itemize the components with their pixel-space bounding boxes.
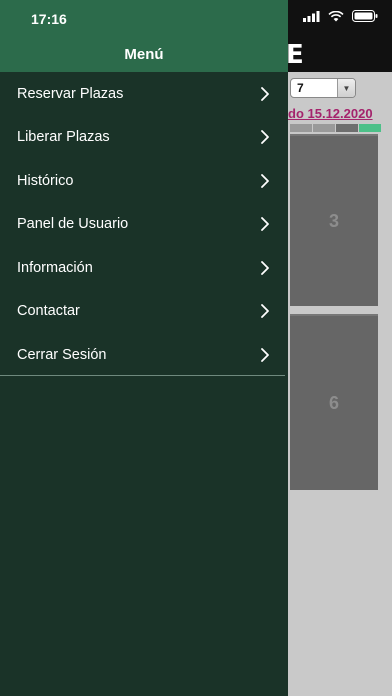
chevron-right-icon	[261, 173, 269, 188]
signal-icon	[303, 10, 320, 22]
status-time: 17:16	[31, 11, 67, 27]
menu-item-contactar[interactable]: Contactar	[0, 290, 288, 334]
menu-item-reservar-plazas[interactable]: Reservar Plazas	[0, 72, 288, 116]
plaza-select[interactable]: 7 ▼	[290, 78, 356, 98]
chevron-right-icon	[261, 304, 269, 319]
chevron-right-icon	[261, 347, 269, 362]
menu-item-label: Histórico	[17, 172, 74, 189]
slot-number: 3	[328, 210, 339, 231]
wifi-icon	[328, 10, 344, 21]
chevron-right-icon	[261, 260, 269, 275]
menu-item-panel-de-usuario[interactable]: Panel de Usuario	[0, 203, 288, 247]
dropdown-arrow-icon: ▼	[337, 79, 355, 97]
menu-item-label: Panel de Usuario	[17, 216, 129, 233]
background-title: E	[286, 40, 304, 70]
menu-item-label: Cerrar Sesión	[17, 346, 107, 363]
menu-item-label: Liberar Plazas	[17, 129, 110, 146]
menu-item-historico[interactable]: Histórico	[0, 159, 288, 203]
slot-number: 6	[328, 392, 339, 413]
parking-slot[interactable]: 6	[290, 314, 378, 490]
drawer-menu: Reservar Plazas Liberar Plazas Histórico…	[0, 72, 288, 377]
side-drawer: 17:16 Menú Reservar Plazas Liberar Plaza…	[0, 0, 288, 696]
menu-item-label: Información	[17, 259, 93, 276]
menu-divider	[0, 375, 285, 376]
parking-slot[interactable]: 3	[290, 134, 378, 306]
menu-item-informacion[interactable]: Información	[0, 246, 288, 290]
menu-item-label: Reservar Plazas	[17, 85, 124, 102]
menu-item-cerrar-sesion[interactable]: Cerrar Sesión	[0, 333, 288, 377]
chevron-right-icon	[261, 217, 269, 232]
battery-icon	[352, 10, 378, 22]
plaza-select-value: 7	[297, 81, 304, 95]
menu-item-liberar-plazas[interactable]: Liberar Plazas	[0, 116, 288, 160]
date-link[interactable]: do 15.12.2020	[288, 106, 373, 121]
chevron-right-icon	[261, 130, 269, 145]
status-icons	[303, 10, 378, 22]
slot-status-strip	[290, 124, 382, 132]
drawer-header: 17:16 Menú	[0, 0, 288, 72]
drawer-title: Menú	[124, 46, 164, 63]
chevron-right-icon	[261, 86, 269, 101]
menu-item-label: Contactar	[17, 303, 80, 320]
